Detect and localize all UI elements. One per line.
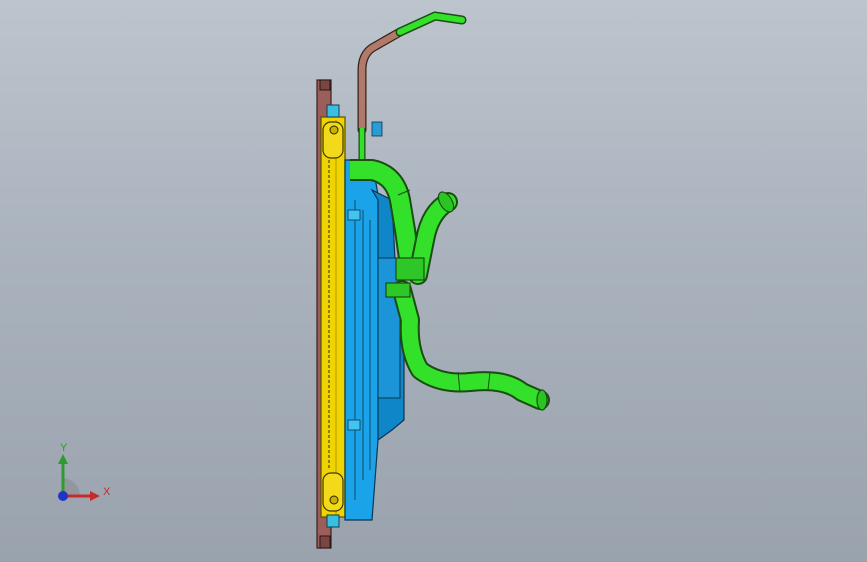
shroud-clip bbox=[347, 419, 361, 431]
graphics-viewport[interactable]: Y X bbox=[0, 0, 867, 562]
cad-model[interactable] bbox=[0, 0, 867, 562]
hose-clamp bbox=[385, 282, 411, 298]
coordinate-triad[interactable] bbox=[48, 440, 118, 510]
radiator-bottom-bracket bbox=[322, 472, 344, 512]
metal-tube bbox=[357, 27, 405, 135]
radiator-core bbox=[320, 116, 346, 518]
radiator-tank-top-tab bbox=[319, 79, 331, 91]
lower-hose-end bbox=[536, 389, 548, 411]
mount-bolt-top bbox=[326, 104, 340, 118]
x-axis-arrow-icon bbox=[90, 491, 100, 501]
radiator-assembly[interactable] bbox=[316, 79, 346, 549]
bolt-icon bbox=[329, 495, 339, 505]
bolt-icon bbox=[329, 125, 339, 135]
shroud-clip bbox=[371, 121, 383, 137]
z-axis-icon bbox=[58, 491, 68, 501]
x-axis-label: X bbox=[103, 486, 111, 498]
radiator-tank-bottom-tab bbox=[319, 535, 331, 549]
y-axis-label: Y bbox=[60, 442, 68, 454]
hose-clamp bbox=[395, 257, 425, 281]
y-axis-arrow-icon bbox=[58, 454, 68, 464]
metal-tube-assembly[interactable] bbox=[357, 11, 467, 160]
shroud-clip bbox=[347, 209, 361, 221]
mount-bolt-bottom bbox=[326, 514, 340, 528]
